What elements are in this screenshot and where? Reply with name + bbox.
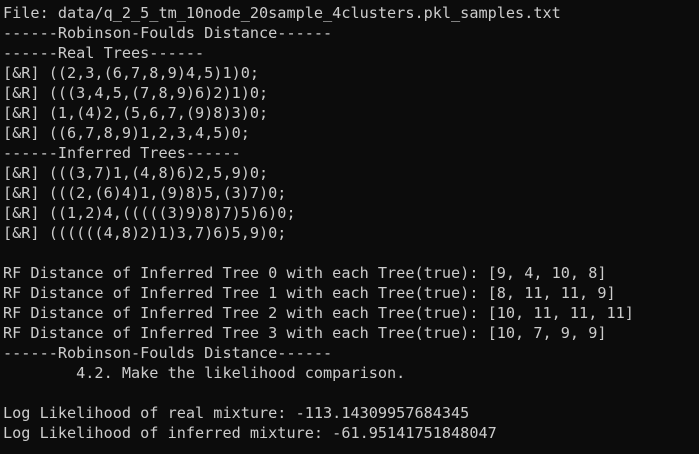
- rf-distance-header: ------Robinson-Foulds Distance------: [3, 24, 333, 42]
- real-tree-line: [&R] ((6,7,8,9)1,2,3,4,5)0;: [3, 124, 250, 142]
- inferred-trees-header: ------Inferred Trees------: [3, 144, 241, 162]
- rf-distance-result-line: RF Distance of Inferred Tree 1 with each…: [3, 284, 616, 302]
- rf-distance-result-line: RF Distance of Inferred Tree 0 with each…: [3, 264, 607, 282]
- real-mixture-likelihood-line: Log Likelihood of real mixture: -113.143…: [3, 404, 470, 422]
- inferred-tree-line: [&R] ((((((4,8)2)1)3,7)6)5,9)0;: [3, 224, 287, 242]
- rf-distance-result-line: RF Distance of Inferred Tree 2 with each…: [3, 304, 634, 322]
- rf-distance-footer: ------Robinson-Foulds Distance------: [3, 344, 333, 362]
- terminal-window[interactable]: File: data/q_2_5_tm_10node_20sample_4clu…: [0, 0, 699, 454]
- real-tree-line: [&R] ((2,3,(6,7,8,9)4,5)1)0;: [3, 64, 260, 82]
- real-tree-line: [&R] (1,(4)2,(5,6,7,(9)8)3)0;: [3, 104, 269, 122]
- inferred-tree-line: [&R] (((3,7)1,(4,8)6)2,5,9)0;: [3, 164, 269, 182]
- terminal-output: File: data/q_2_5_tm_10node_20sample_4clu…: [3, 3, 634, 443]
- file-path-line: File: data/q_2_5_tm_10node_20sample_4clu…: [3, 4, 561, 22]
- likelihood-section-heading: 4.2. Make the likelihood comparison.: [3, 364, 406, 382]
- real-trees-header: ------Real Trees------: [3, 44, 205, 62]
- inferred-mixture-likelihood-line: Log Likelihood of inferred mixture: -61.…: [3, 424, 497, 442]
- inferred-tree-line: [&R] ((1,2)4,(((((3)9)8)7)5)6)0;: [3, 204, 296, 222]
- real-tree-line: [&R] (((3,4,5,(7,8,9)6)2)1)0;: [3, 84, 269, 102]
- rf-distance-result-line: RF Distance of Inferred Tree 3 with each…: [3, 324, 607, 342]
- inferred-tree-line: [&R] (((2,(6)4)1,(9)8)5,(3)7)0;: [3, 184, 287, 202]
